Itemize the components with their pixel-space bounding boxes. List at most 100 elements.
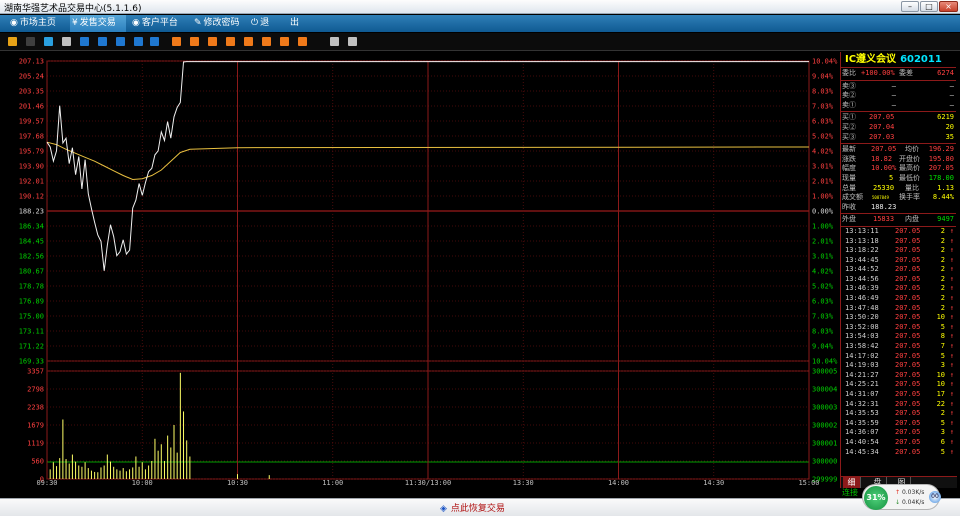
pct-tick-label: 7.03% <box>812 103 834 111</box>
sell-price: — <box>891 81 896 90</box>
price-tick-label: 193.90 <box>19 163 44 171</box>
list-item[interactable]: 买③ 207.03 35 <box>841 133 956 143</box>
pct-tick-label: 8.03% <box>812 88 834 96</box>
arrow-up-icon: ↑ <box>949 342 954 351</box>
close-button[interactable]: × <box>939 1 958 12</box>
toolbar-icon-12[interactable] <box>208 37 217 46</box>
toolbar-icon-18[interactable] <box>330 37 339 46</box>
sell-level-label: 卖② <box>842 91 856 100</box>
arrow-up-icon: ↑ <box>949 284 954 293</box>
tick-price: 207.05 <box>895 332 921 341</box>
inner-volume-value: 9497 <box>937 215 954 224</box>
toolbar-icon-17[interactable] <box>298 37 307 46</box>
tick-time: 14:45:34 <box>845 447 879 456</box>
stat-value: 8.44% <box>932 193 954 202</box>
tab-detail[interactable]: 细 <box>843 477 861 488</box>
toolbar-icon-15[interactable] <box>262 37 271 46</box>
tick-time: 13:13:18 <box>845 236 879 245</box>
tick-volume: 2 <box>940 274 945 283</box>
toolbar-icon-3[interactable] <box>44 37 53 46</box>
tick-volume: 8 <box>940 332 945 341</box>
tick-volume: 2 <box>940 294 945 303</box>
list-item[interactable]: 卖② — — <box>841 91 956 101</box>
stat-value: 1.13 <box>937 183 954 192</box>
toolbar-icon-9[interactable] <box>150 37 159 46</box>
globe-icon: ◉ <box>10 18 18 28</box>
menu-market-home[interactable]: ◉ 市场主页 <box>8 15 70 32</box>
toolbar-icon-8[interactable] <box>134 37 143 46</box>
price-tick-label: 192.01 <box>19 178 44 186</box>
pct-tick-label: 4.02% <box>812 148 834 156</box>
list-item[interactable]: 买① 207.05 6219 <box>841 113 956 123</box>
toolbar-icon-5[interactable] <box>80 37 89 46</box>
toolbar-icon-10[interactable] <box>172 37 181 46</box>
tick-volume: 3 <box>940 428 945 437</box>
pct-tick-label: 7.03% <box>812 313 834 321</box>
list-item[interactable]: 买② 207.04 20 <box>841 123 956 133</box>
tick-list[interactable]: 13:13:11 207.05 2 ↑ 13:13:18 207.05 2 ↑ 13:18:22… <box>841 227 956 457</box>
toolbar-icon-11[interactable] <box>190 37 199 46</box>
toolbar-icon-4[interactable] <box>62 37 71 46</box>
toolbar-icon-2[interactable] <box>26 37 35 46</box>
pct-tick-label: 10.04% <box>812 358 838 366</box>
time-tick-label: 13:30 <box>513 479 534 487</box>
tick-time: 14:32:31 <box>845 399 879 408</box>
stat-row: 涨跌 18.82 开盘价 195.80 <box>841 155 956 165</box>
toolbar-icon-13[interactable] <box>226 37 235 46</box>
stat-value: 195.80 <box>928 154 954 163</box>
sell-volume: — <box>949 81 954 90</box>
sell-volume: — <box>949 91 954 100</box>
menu-logout[interactable]: ⏻ 退 <box>249 15 275 32</box>
toolbar-icon-19[interactable] <box>348 37 357 46</box>
tick-row: 13:50:20 207.05 10 ↑ <box>841 313 956 323</box>
tick-time: 14:31:07 <box>845 390 879 398</box>
list-item[interactable]: 卖③ — — <box>841 82 956 92</box>
stat-label: 均价 <box>905 145 919 154</box>
resume-trading-button[interactable]: ◈ 点此恢复交易 <box>440 501 505 514</box>
menu-exit[interactable]: 出 <box>288 15 308 32</box>
pct-tick-label: 1.00% <box>812 223 834 231</box>
tick-time: 13:13:11 <box>845 226 879 235</box>
toolbar-icon-6[interactable] <box>98 37 107 46</box>
network-widget[interactable]: 31% ↑ 0.03K/s ↓ 0.04K/s 00 <box>862 484 941 510</box>
tick-row: 14:25:21 207.05 10 ↑ <box>841 380 956 390</box>
tick-row: 14:35:59 207.05 5 ↑ <box>841 419 956 429</box>
buy-volume: 20 <box>945 122 954 131</box>
menu-change-password[interactable]: ✎ 修改密码 <box>192 15 248 32</box>
stat-label: 昨收 <box>842 202 856 211</box>
eye-icon: ◈ <box>440 504 447 514</box>
tick-price: 207.05 <box>895 370 921 379</box>
tick-volume: 7 <box>940 342 945 351</box>
tick-time: 14:40:54 <box>845 437 879 446</box>
volume-tick-label: 2798 <box>27 386 44 394</box>
price-tick-label: 180.67 <box>19 268 44 276</box>
toolbar-icon-16[interactable] <box>280 37 289 46</box>
arrow-up-icon: ↑ <box>949 409 954 418</box>
menu-issue-trading[interactable]: ¥ 发售交易 <box>70 15 126 32</box>
pct-tick-label: 6.03% <box>812 298 834 306</box>
tick-volume: 3 <box>940 361 945 370</box>
tick-volume: 5 <box>940 351 945 360</box>
arrow-up-icon: ↑ <box>949 361 954 370</box>
sell-price: — <box>891 91 896 100</box>
arrow-up-icon: ↑ <box>949 380 954 389</box>
time-tick-label: 10:00 <box>132 479 153 487</box>
tick-price: 207.05 <box>895 236 921 245</box>
toolbar-icon-14[interactable] <box>244 37 253 46</box>
stat-value: 178.00 <box>928 173 954 182</box>
toolbar-icon-1[interactable] <box>8 37 17 46</box>
time-tick-label: 15:00 <box>798 479 819 487</box>
tick-time: 14:19:03 <box>845 361 879 370</box>
arrow-up-icon: ↑ <box>949 255 954 264</box>
tick-row: 14:31:07 207.05 17 ↑ <box>841 390 956 400</box>
maximize-button[interactable]: □ <box>920 1 938 12</box>
toolbar-icon-7[interactable] <box>116 37 125 46</box>
stat-value: 196.29 <box>928 145 954 154</box>
arrow-up-icon: ↑ <box>949 351 954 360</box>
window-title: 湖南华强艺术品交易中心(5.1.1.6) <box>4 4 142 14</box>
minimize-button[interactable]: – <box>901 1 919 12</box>
arrow-up-icon: ↑ <box>949 303 954 312</box>
list-item[interactable]: 卖① — — <box>841 101 956 111</box>
menu-client-platform[interactable]: ◉ 客户平台 <box>130 15 190 32</box>
price-tick-label: 184.45 <box>19 238 44 246</box>
